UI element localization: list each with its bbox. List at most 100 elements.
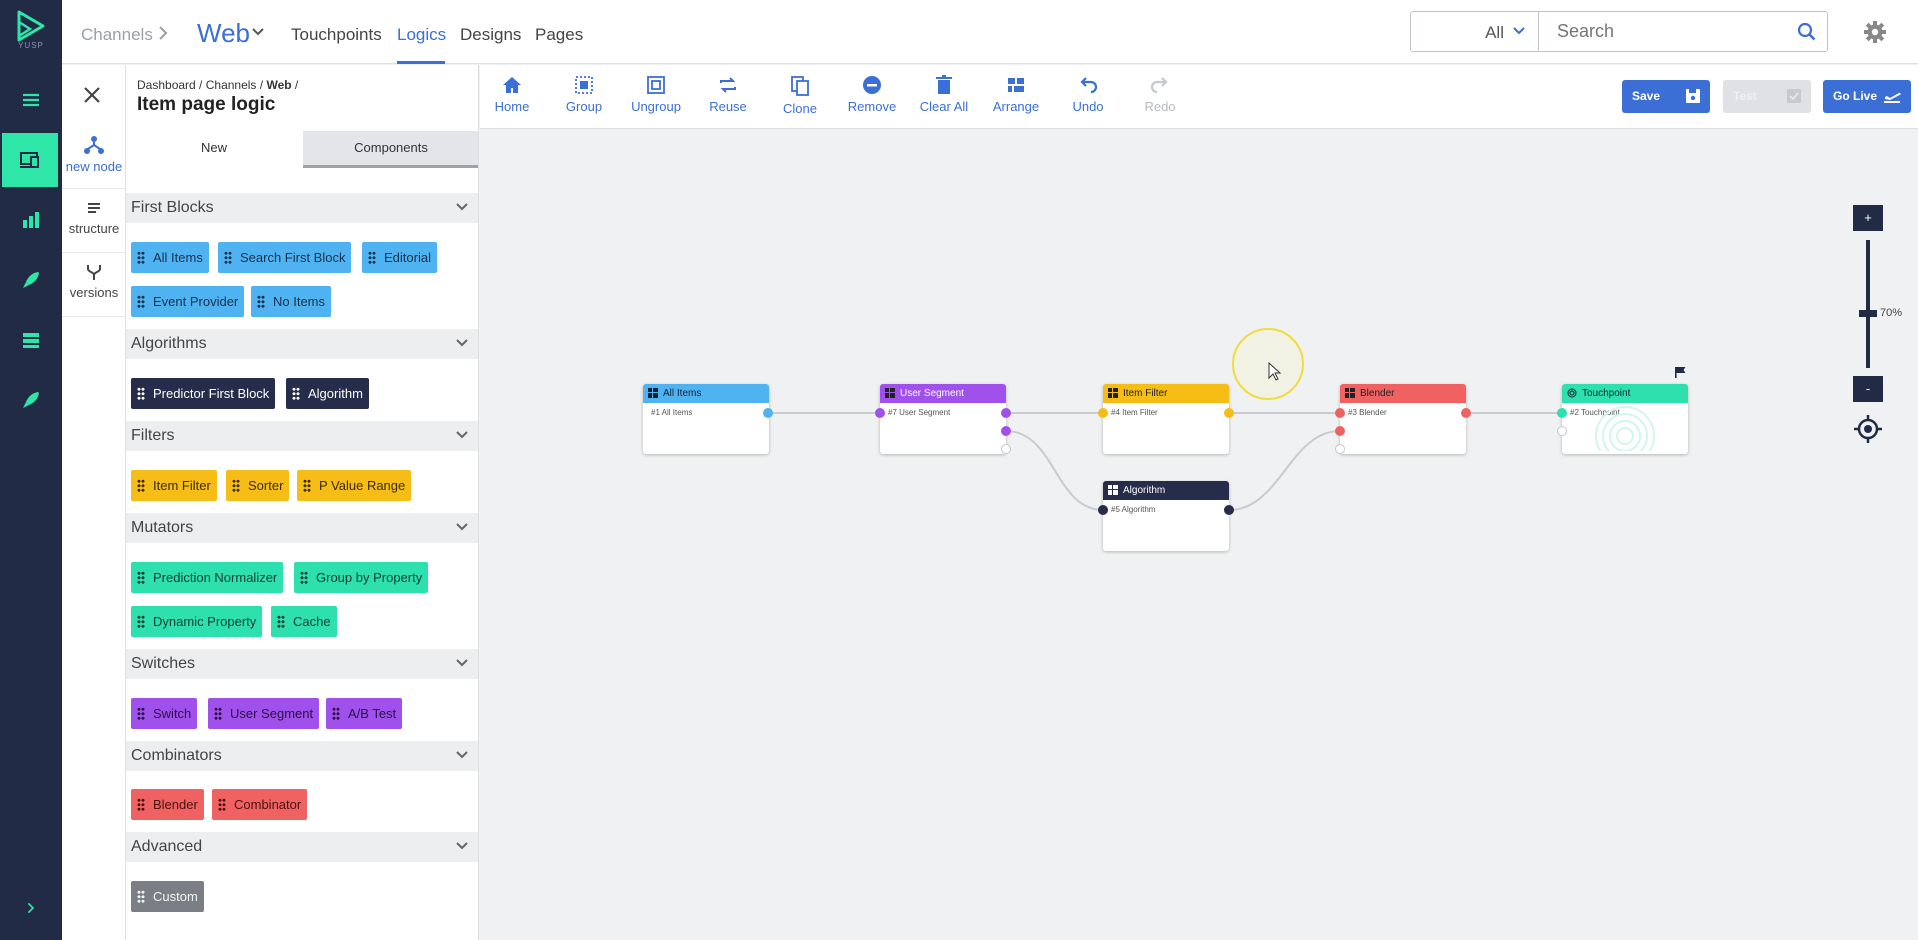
zoom-in-button[interactable]: + [1853, 205, 1883, 231]
palette-chip-event-provider[interactable]: Event Provider [131, 286, 245, 317]
output-port-empty[interactable] [1001, 444, 1011, 454]
output-port[interactable] [763, 408, 773, 418]
subrail-versions[interactable]: versions [62, 255, 126, 317]
section-filters[interactable]: Filters [126, 421, 478, 451]
integrations-nav-button[interactable] [0, 373, 62, 427]
section-algorithms[interactable]: Algorithms [126, 329, 478, 359]
palette-chip-custom[interactable]: Custom [131, 881, 204, 912]
palette-chip-no-items[interactable]: No Items [251, 286, 332, 317]
output-port[interactable] [1001, 426, 1011, 436]
subrail-new-node[interactable]: new node [62, 127, 126, 189]
fingerprint-icon [1567, 388, 1577, 398]
menu-icon[interactable] [0, 73, 62, 127]
channel-selector[interactable]: Web [197, 18, 250, 49]
palette-chip-group-by-property[interactable]: Group by Property [294, 562, 429, 593]
input-port[interactable] [1098, 505, 1108, 515]
redo-button[interactable]: Redo [1128, 75, 1192, 116]
go-live-button[interactable]: Go Live [1823, 80, 1911, 113]
palette-chip-cache[interactable]: Cache [271, 606, 337, 637]
test-button[interactable]: Test [1723, 80, 1811, 113]
palette-chip-dynamic-property[interactable]: Dynamic Property [131, 606, 263, 637]
trash-icon [936, 75, 952, 94]
palette-chip-combinator[interactable]: Combinator [212, 789, 308, 820]
palette-chip-predictor-first-block[interactable]: Predictor First Block [131, 378, 276, 409]
tab-designs[interactable]: Designs [460, 25, 521, 45]
undo-button[interactable]: Undo [1056, 75, 1120, 116]
clear-all-button[interactable]: Clear All [912, 75, 976, 116]
deploy-nav-button[interactable] [0, 253, 62, 307]
chevron-down-icon[interactable] [250, 26, 266, 38]
block-icon [1108, 485, 1118, 495]
palette-chip-switch[interactable]: Switch [131, 698, 198, 729]
zoom-slider-thumb[interactable] [1859, 310, 1877, 317]
output-port[interactable] [1461, 408, 1471, 418]
palette-chip-all-items[interactable]: All Items [131, 242, 209, 273]
clone-button[interactable]: Clone [768, 75, 832, 118]
breadcrumb-channels[interactable]: Channels [206, 78, 257, 92]
palette-chip-blender[interactable]: Blender [131, 789, 204, 820]
tab-logics[interactable]: Logics [397, 25, 446, 45]
input-port-empty[interactable] [1557, 426, 1567, 436]
canvas-node-all-items[interactable]: All Items #1 All Items [643, 384, 769, 454]
canvas-node-blender[interactable]: Blender #3 Blender [1340, 384, 1466, 454]
breadcrumb-web[interactable]: Web [266, 78, 291, 92]
zoom-slider-track[interactable] [1866, 240, 1870, 368]
search-input[interactable] [1557, 21, 1787, 42]
reuse-button[interactable]: Reuse [696, 75, 760, 116]
input-port[interactable] [1335, 426, 1345, 436]
output-port[interactable] [1224, 505, 1234, 515]
floppy-disk-icon [1686, 89, 1700, 103]
zoom-out-button[interactable]: - [1853, 376, 1883, 402]
tab-new[interactable]: New [126, 131, 302, 168]
tab-components[interactable]: Components [303, 131, 478, 168]
canvas-node-user-segment[interactable]: User Segment #7 User Segment [880, 384, 1006, 454]
section-first-blocks[interactable]: First Blocks [126, 193, 478, 223]
input-port[interactable] [1557, 408, 1567, 418]
palette-chip-p-value-range[interactable]: P Value Range [297, 470, 412, 501]
recenter-target-icon[interactable] [1853, 414, 1883, 444]
catalog-nav-button[interactable] [0, 313, 62, 367]
analytics-nav-button[interactable] [0, 193, 62, 247]
palette-chip-user-segment[interactable]: User Segment [208, 698, 320, 729]
close-icon[interactable] [80, 83, 104, 107]
tab-touchpoints[interactable]: Touchpoints [291, 25, 382, 45]
output-port[interactable] [1224, 408, 1234, 418]
remove-button[interactable]: Remove [840, 75, 904, 116]
search-filter-select[interactable]: All [1411, 12, 1539, 51]
section-combinators[interactable]: Combinators [126, 741, 478, 771]
palette-chip-sorter[interactable]: Sorter [226, 470, 290, 501]
logic-canvas[interactable]: All Items #1 All Items User Segment #7 U… [480, 130, 1918, 940]
canvas-node-algorithm[interactable]: Algorithm #5 Algorithm [1103, 481, 1229, 551]
output-port[interactable] [1001, 408, 1011, 418]
section-advanced[interactable]: Advanced [126, 832, 478, 862]
palette-chip-editorial[interactable]: Editorial [362, 242, 437, 273]
canvas-node-touchpoint[interactable]: Touchpoint #2 Touchpoint [1562, 384, 1688, 454]
input-port[interactable] [875, 408, 885, 418]
palette-chip-ab-test[interactable]: A/B Test [326, 698, 403, 729]
palette-chip-search-first-block[interactable]: Search First Block [218, 242, 352, 273]
ungroup-button[interactable]: Ungroup [624, 75, 688, 116]
subrail-structure[interactable]: structure [62, 191, 126, 253]
input-port[interactable] [1335, 408, 1345, 418]
section-switches[interactable]: Switches [126, 649, 478, 679]
palette-chip-item-filter[interactable]: Item Filter [131, 470, 217, 501]
block-icon [1345, 388, 1355, 398]
breadcrumb-dashboard[interactable]: Dashboard [137, 78, 196, 92]
section-mutators[interactable]: Mutators [126, 513, 478, 543]
canvas-node-item-filter[interactable]: Item Filter #4 Item Filter [1103, 384, 1229, 454]
home-button[interactable]: Home [480, 75, 544, 116]
arrange-button[interactable]: Arrange [984, 75, 1048, 116]
input-port-empty[interactable] [1335, 444, 1345, 454]
expand-rail-button[interactable] [0, 888, 62, 928]
breadcrumb-channels[interactable]: Channels [81, 25, 153, 45]
save-button[interactable]: Save [1622, 80, 1710, 113]
group-button[interactable]: Group [552, 75, 616, 116]
tab-pages[interactable]: Pages [535, 25, 583, 45]
palette-chip-prediction-normalizer[interactable]: Prediction Normalizer [131, 562, 284, 593]
input-port[interactable] [1098, 408, 1108, 418]
channels-nav-button[interactable] [2, 133, 58, 187]
palette-chip-algorithm[interactable]: Algorithm [286, 378, 369, 409]
search-icon[interactable] [1797, 22, 1817, 42]
chevron-down-icon [456, 523, 468, 531]
settings-gear-icon[interactable] [1863, 20, 1887, 44]
